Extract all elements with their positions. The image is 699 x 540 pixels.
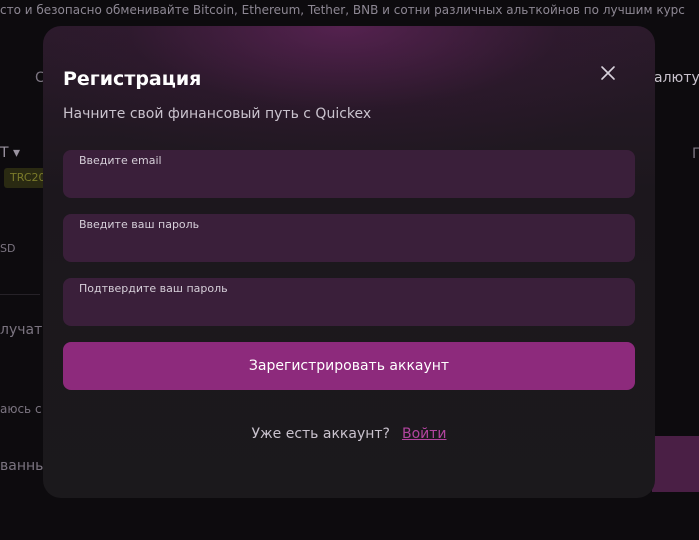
password-field-label: Введите ваш пароль — [79, 218, 200, 231]
modal-title: Регистрация — [63, 68, 202, 90]
modal-subtitle: Начните свой финансовый путь с Quickex — [63, 106, 372, 122]
bg-banner-text: сто и безопасно обменивайте Bitcoin, Eth… — [0, 3, 685, 17]
email-field-label: Введите email — [79, 154, 162, 167]
bg-fragment-t: T ▾ — [0, 145, 21, 161]
login-link[interactable]: Войти — [402, 426, 447, 442]
bg-divider — [0, 294, 40, 295]
login-row: Уже есть аккаунт? Войти — [43, 426, 655, 442]
bg-exchange-button — [652, 436, 699, 492]
password-field[interactable]: Введите ваш пароль — [63, 214, 635, 262]
bg-fragment-bottom: ванны — [0, 458, 47, 474]
register-account-button[interactable]: Зарегистрировать аккаунт — [63, 342, 635, 390]
bg-fragment-currency: алюту — [654, 70, 699, 86]
password-input[interactable] — [79, 236, 619, 256]
confirm-password-field[interactable]: Подтвердите ваш пароль — [63, 278, 635, 326]
bg-fragment-sd: SD — [0, 242, 16, 255]
login-prompt: Уже есть аккаунт? — [251, 426, 390, 442]
email-input[interactable] — [79, 172, 619, 192]
bg-fragment-p: П — [692, 146, 699, 162]
confirm-password-input[interactable] — [79, 300, 619, 320]
confirm-password-field-label: Подтвердите ваш пароль — [79, 282, 228, 295]
close-icon — [601, 66, 615, 80]
email-field[interactable]: Введите email — [63, 150, 635, 198]
registration-modal: Регистрация Начните свой финансовый путь… — [43, 26, 655, 498]
bg-fragment-agree: аюсь с — [0, 402, 42, 416]
close-button[interactable] — [597, 62, 619, 84]
